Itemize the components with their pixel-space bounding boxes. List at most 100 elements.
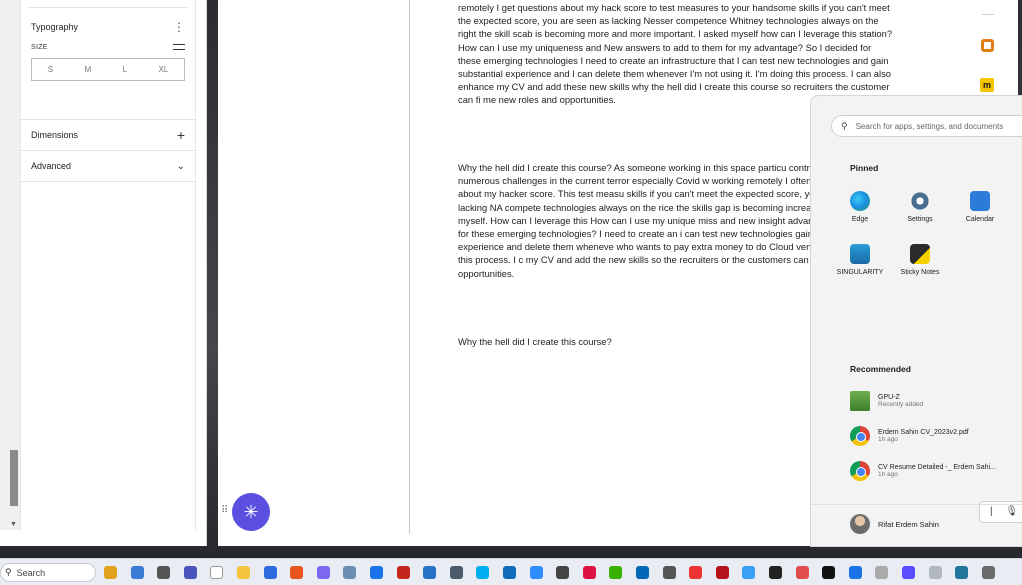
- app-icon[interactable]: [875, 566, 889, 579]
- app-icon[interactable]: [263, 566, 277, 579]
- item-time: 1h ago: [878, 471, 898, 478]
- game-icon[interactable]: [556, 566, 570, 579]
- search-icon: ⚲: [841, 120, 848, 131]
- drag-handle-icon[interactable]: ⠿: [221, 505, 228, 516]
- scrollbar-thumb[interactable]: [10, 450, 18, 506]
- app-icon[interactable]: [902, 566, 915, 579]
- chevron-down-icon[interactable]: ⌄: [177, 161, 185, 172]
- size-option-s[interactable]: S: [48, 65, 53, 74]
- app-icon[interactable]: [769, 566, 782, 579]
- pdf-icon[interactable]: [396, 566, 410, 579]
- briefcase-icon[interactable]: [104, 566, 117, 579]
- size-option-xl[interactable]: XL: [158, 65, 168, 74]
- chrome-icon: [850, 461, 870, 481]
- zoom-icon[interactable]: [529, 566, 543, 579]
- app-icon[interactable]: [848, 566, 862, 579]
- settings-icon[interactable]: [449, 566, 463, 579]
- skype-icon[interactable]: [476, 566, 490, 579]
- filezilla-icon[interactable]: [715, 566, 729, 579]
- divider: [982, 14, 994, 15]
- block-settings-panel: ▼ Typography ⋮ SIZE S M L XL Dimensions …: [0, 0, 207, 546]
- app-label: Calendar: [965, 216, 995, 223]
- start-menu: ⚲ Search for apps, settings, and documen…: [810, 95, 1022, 547]
- pinned-app-edge[interactable]: Edge: [831, 191, 889, 223]
- singularity-icon: [850, 244, 870, 264]
- extension-icon[interactable]: [981, 39, 994, 52]
- page-margin-line: [409, 0, 410, 534]
- avatar[interactable]: [850, 514, 870, 534]
- calendar-icon: [970, 191, 990, 211]
- pinned-heading: Pinned: [850, 163, 879, 173]
- kebab-icon[interactable]: ⋮: [173, 20, 185, 34]
- folder-icon[interactable]: [237, 566, 250, 579]
- sticky-notes-icon: [910, 244, 930, 264]
- app-label: SINGULARITY: [836, 269, 884, 276]
- item-time: 1h ago: [878, 436, 898, 443]
- advanced-title: Advanced: [31, 161, 72, 171]
- app-icon[interactable]: [955, 566, 969, 579]
- taskbar-search[interactable]: ⚲ Search: [0, 563, 96, 582]
- outlook-icon[interactable]: [503, 566, 516, 579]
- app-label: Settings: [907, 216, 933, 223]
- typography-title: Typography: [31, 22, 79, 32]
- teams-icon[interactable]: [183, 566, 197, 579]
- recommended-item[interactable]: Erdem Sahin CV_2023v2.pdf 1h ago: [850, 426, 969, 446]
- app-label: Edge: [851, 216, 869, 223]
- size-option-l[interactable]: L: [123, 65, 127, 74]
- plus-icon[interactable]: +: [177, 127, 185, 143]
- item-time: Recently added: [878, 401, 924, 408]
- widgets-icon[interactable]: [130, 566, 144, 579]
- section-divider: [29, 0, 187, 8]
- app-icon[interactable]: [928, 566, 942, 579]
- user-name[interactable]: Rifat Erdem Sahin: [878, 520, 939, 529]
- panel-scrollbar[interactable]: ▼: [0, 0, 20, 530]
- miro-icon[interactable]: m: [980, 78, 994, 92]
- app-icon[interactable]: [822, 566, 836, 579]
- settings-sliders-icon[interactable]: [173, 42, 185, 52]
- photos-icon[interactable]: [343, 566, 357, 579]
- taskbar: ⚲ Search: [0, 558, 1022, 585]
- font-size-selector[interactable]: S M L XL: [31, 58, 185, 81]
- recommended-heading: Recommended: [850, 364, 911, 374]
- gpu-z-icon: [850, 391, 870, 411]
- app-icon[interactable]: [636, 566, 649, 579]
- dimensions-title: Dimensions: [31, 130, 79, 140]
- app-icon[interactable]: [316, 566, 330, 579]
- taskbar-search-label: Search: [16, 567, 46, 578]
- pinned-app-calendar[interactable]: Calendar: [951, 191, 1009, 223]
- typography-section: Typography ⋮ SIZE S M L XL: [21, 8, 195, 120]
- app-icon[interactable]: [742, 566, 756, 579]
- file-icon[interactable]: [210, 566, 224, 579]
- chrome-icon: [850, 426, 870, 446]
- scroll-down-icon[interactable]: ▼: [10, 521, 17, 528]
- presentation-icon[interactable]: [290, 566, 304, 579]
- start-search-input[interactable]: ⚲ Search for apps, settings, and documen…: [831, 115, 1022, 137]
- app-icon[interactable]: [609, 566, 623, 579]
- recommended-item[interactable]: CV Resume Detailed -_ Erdem Sahi... 1h a…: [850, 461, 996, 481]
- user-bar: Rifat Erdem Sahin: [811, 504, 1022, 546]
- paragraph[interactable]: remotely I get questions about my hack s…: [458, 1, 893, 107]
- recommended-item[interactable]: GPU-Z Recently added: [850, 391, 923, 411]
- dimensions-section[interactable]: Dimensions +: [21, 120, 195, 151]
- search-placeholder: Search for apps, settings, and documents: [855, 121, 1004, 131]
- right-toolbar: m: [970, 0, 1000, 100]
- ai-assistant-button[interactable]: ✳: [232, 493, 270, 531]
- pinned-app-sticky-notes[interactable]: Sticky Notes: [891, 244, 949, 276]
- item-name: GPU-Z: [878, 394, 900, 401]
- settings-icon: [910, 191, 930, 211]
- item-name: CV Resume Detailed -_ Erdem Sahi...: [878, 464, 996, 471]
- pinned-app-singularity[interactable]: SINGULARITY: [831, 244, 889, 276]
- store-icon[interactable]: [423, 566, 437, 579]
- search-icon: ⚲: [5, 567, 12, 577]
- app-icon[interactable]: [795, 566, 809, 579]
- app-icon[interactable]: [689, 566, 703, 579]
- terminal-icon[interactable]: [157, 566, 171, 579]
- size-option-m[interactable]: M: [84, 65, 91, 74]
- pinned-app-settings[interactable]: Settings: [891, 191, 949, 223]
- app-icon[interactable]: [662, 566, 676, 579]
- advanced-section[interactable]: Advanced ⌄: [21, 151, 195, 182]
- app-label: Sticky Notes: [900, 269, 940, 276]
- chrome-icon[interactable]: [370, 566, 383, 579]
- wordpress-icon[interactable]: [981, 566, 995, 579]
- app-icon[interactable]: [582, 566, 596, 579]
